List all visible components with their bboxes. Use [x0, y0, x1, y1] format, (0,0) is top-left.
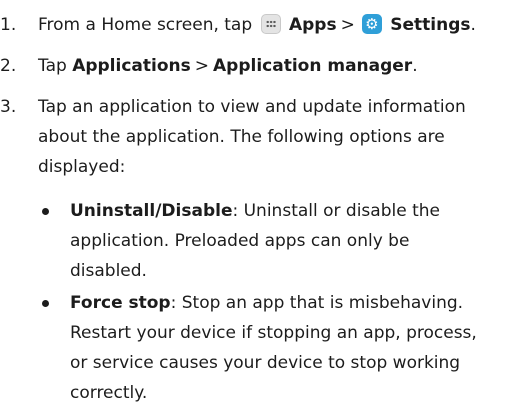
application-manager-label: Application manager — [213, 56, 413, 76]
option-term: Uninstall/Disable — [70, 201, 233, 221]
step-number: 2. — [0, 56, 17, 76]
applications-label: Applications — [72, 56, 191, 76]
option-term: Force stop — [70, 293, 171, 313]
bullet-dot — [42, 208, 49, 215]
step-text: Tap Applications > Application manager. — [38, 56, 418, 76]
step-number: 1. — [0, 15, 17, 35]
settings-label: Settings — [390, 15, 471, 35]
option-text: Force stop: Stop an app that is misbehav… — [70, 293, 477, 403]
apps-label: Apps — [288, 15, 337, 35]
apps-grid-icon — [260, 14, 281, 34]
settings-gear-icon — [361, 14, 382, 34]
step-number: 3. — [0, 97, 17, 117]
instructions-document: 1. From a Home screen, tap Apps> Setting… — [0, 0, 512, 410]
option-text: Uninstall/Disable: Uninstall or disable … — [70, 201, 440, 281]
step-text: Tap an application to view and update in… — [38, 97, 466, 177]
bullet-dot — [42, 300, 49, 307]
step-text: From a Home screen, tap Apps> Settings. — [38, 10, 502, 40]
